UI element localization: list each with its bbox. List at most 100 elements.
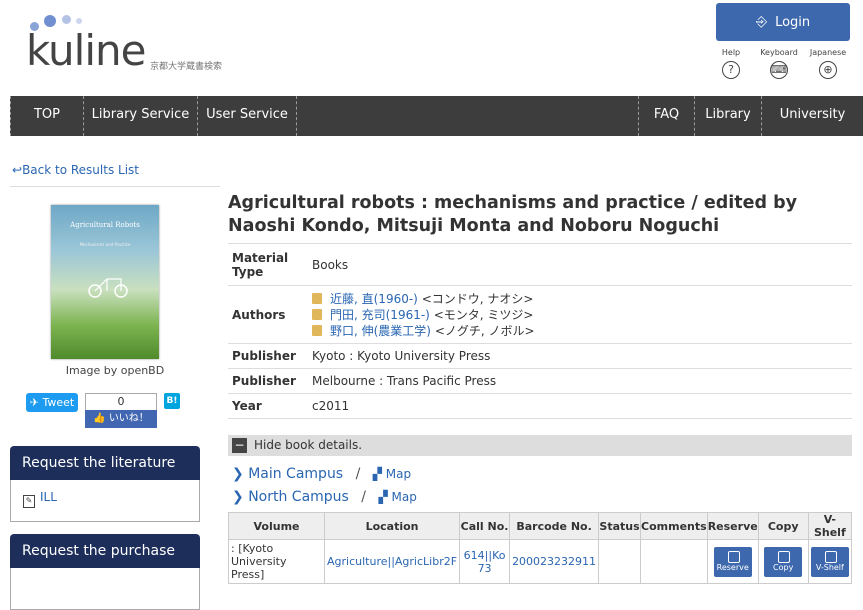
- campus-north-toggle[interactable]: ❯ North Campus: [232, 489, 349, 505]
- reserve-cell: Reserve: [706, 539, 759, 584]
- nav-library[interactable]: Library: [694, 96, 761, 136]
- copy-cell: Copy: [757, 539, 809, 584]
- col-volume: Volume: [228, 512, 325, 540]
- campus-north-map-link[interactable]: ▞ Map: [378, 490, 416, 504]
- author-link[interactable]: 門田, 充司(1961-): [330, 308, 430, 322]
- main-nav: TOP Library Service User Service FAQ Lib…: [10, 96, 863, 136]
- table-row: : [Kyoto University Press] Agriculture||…: [228, 539, 853, 584]
- volume-cell: : [Kyoto University Press]: [228, 539, 325, 584]
- col-copy: Copy: [757, 512, 809, 540]
- logo-subtitle: 京都大学蔵書検索: [150, 62, 223, 72]
- col-call-no: Call No.: [459, 512, 511, 540]
- ill-link[interactable]: ✎ ILL: [23, 490, 57, 508]
- keyboard-icon: ⌨: [770, 61, 788, 79]
- author-link[interactable]: 野口, 伸(農業工学): [330, 324, 431, 338]
- barcode-cell: 200023232911: [509, 539, 600, 584]
- request-purchase-heading: Request the purchase: [10, 534, 200, 568]
- holdings-table: Volume Location Call No. Barcode No. Sta…: [228, 512, 853, 584]
- tweet-label: Tweet: [42, 396, 75, 409]
- divider: [10, 186, 220, 187]
- campus-main-map-link[interactable]: ▞ Map: [373, 467, 411, 481]
- author-kana: <コンドウ, ナオシ>: [421, 291, 534, 306]
- status-cell: [598, 539, 642, 584]
- call-no-link[interactable]: 614||Ko 73: [464, 549, 506, 575]
- authors-list: 近藤, 直(1960-) <コンドウ, ナオシ> 門田, 充司(1961-) <…: [308, 285, 852, 344]
- author-link[interactable]: 近藤, 直(1960-): [330, 292, 418, 306]
- hide-book-details-toggle[interactable]: − Hide book details.: [228, 435, 852, 456]
- year-key: Year: [228, 393, 308, 419]
- author-kana: <ノグチ, ノボル>: [434, 323, 535, 338]
- globe-icon: ⊕: [819, 61, 837, 79]
- tweet-button[interactable]: ✈ Tweet: [26, 393, 78, 412]
- ill-icon: ✎: [23, 495, 35, 508]
- authors-key: Authors: [228, 285, 308, 344]
- vshelf-button[interactable]: V-Shelf: [810, 546, 849, 577]
- facebook-like-button[interactable]: 👍 いいね！: [85, 410, 157, 428]
- login-icon: ⎆: [755, 14, 768, 30]
- year-value: c2011: [308, 393, 852, 419]
- thumbs-up-icon: 👍: [93, 413, 106, 424]
- language-label: Japanese: [809, 48, 847, 57]
- hide-details-label: Hide book details.: [254, 438, 363, 452]
- author-item: 近藤, 直(1960-) <コンドウ, ナオシ>: [312, 291, 848, 307]
- image-caption: Image by openBD: [65, 364, 165, 377]
- publisher-key: Publisher: [228, 368, 308, 394]
- nav-top[interactable]: TOP: [10, 96, 83, 136]
- book-details-table: Material Type Books Authors 近藤, 直(1960-)…: [228, 243, 852, 419]
- login-button[interactable]: ⎆ Login: [716, 3, 850, 41]
- ill-label: ILL: [40, 490, 57, 504]
- nav-university[interactable]: University: [761, 96, 863, 136]
- map-icon: ▞: [378, 490, 388, 504]
- map-label: Map: [391, 490, 417, 504]
- col-barcode: Barcode No.: [509, 512, 600, 540]
- author-item: 野口, 伸(農業工学) <ノグチ, ノボル>: [312, 323, 848, 339]
- map-icon: ▞: [372, 467, 382, 481]
- back-to-results-link[interactable]: ↩Back to Results List: [12, 163, 139, 177]
- book-icon: [312, 308, 322, 320]
- campus-name: North Campus: [248, 489, 349, 505]
- campus-north: ❯ North Campus / ▞ Map: [232, 489, 417, 505]
- help-icon: ?: [722, 61, 740, 79]
- copy-button[interactable]: Copy: [764, 546, 803, 577]
- request-literature-heading: Request the literature: [10, 446, 200, 480]
- cover-subtitle: Mechanisms and Practice: [79, 242, 131, 247]
- material-type-key: Material Type: [228, 243, 308, 286]
- book-icon: [312, 292, 322, 304]
- map-label: Map: [385, 467, 412, 481]
- facebook-like-count: 0: [85, 393, 157, 411]
- chevron-down-icon: ❯: [232, 489, 244, 505]
- book-icon: [312, 324, 322, 336]
- col-status: Status: [598, 512, 642, 540]
- col-reserve: Reserve: [706, 512, 759, 540]
- reserve-button[interactable]: Reserve: [713, 546, 752, 577]
- material-type-value: Books: [308, 243, 852, 286]
- location-link[interactable]: Agriculture||AgricLibr2F: [327, 555, 457, 568]
- login-label: Login: [775, 14, 811, 30]
- publisher-value: Kyoto : Kyoto University Press: [308, 343, 852, 369]
- author-item: 門田, 充司(1961-) <モンタ, ミツジ>: [312, 307, 848, 323]
- request-literature-body: ✎ ILL: [10, 480, 200, 522]
- request-purchase-body: [10, 568, 200, 610]
- language-link[interactable]: Japanese ⊕: [798, 48, 858, 79]
- nav-faq[interactable]: FAQ: [638, 96, 694, 136]
- author-kana: <モンタ, ミツジ>: [433, 307, 534, 322]
- campus-main: ❯ Main Campus / ▞ Map: [232, 466, 412, 482]
- tractor-illustration: [88, 278, 128, 298]
- vshelf-cell: V-Shelf: [807, 539, 853, 584]
- back-arrow-icon: ↩: [12, 163, 23, 177]
- cover-title: Agricultural Robots: [70, 221, 140, 229]
- fb-like-label: いいね！: [108, 413, 149, 424]
- nav-user-service[interactable]: User Service: [197, 96, 297, 136]
- collapse-icon: −: [232, 438, 247, 453]
- logo[interactable]: kuline: [26, 30, 146, 72]
- comments-cell: [640, 539, 708, 584]
- book-cover-image[interactable]: Agricultural Robots Mechanisms and Pract…: [51, 205, 159, 359]
- hatena-bookmark-button[interactable]: B!: [164, 393, 180, 409]
- nav-library-service[interactable]: Library Service: [83, 96, 197, 136]
- col-vshelf: V-Shelf: [807, 512, 853, 540]
- barcode-link[interactable]: 200023232911: [512, 555, 596, 568]
- book-title: Agricultural robots : mechanisms and pra…: [228, 193, 798, 236]
- col-comments: Comments: [640, 512, 708, 540]
- campus-main-toggle[interactable]: ❯ Main Campus: [232, 466, 343, 482]
- chevron-right-icon: ❯: [232, 466, 244, 482]
